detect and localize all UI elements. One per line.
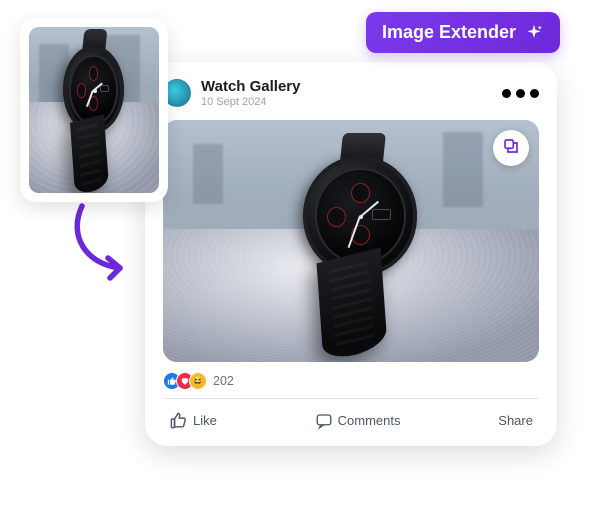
like-button[interactable]: Like: [163, 407, 223, 434]
profile-name: Watch Gallery: [201, 78, 300, 95]
thumbs-up-icon: [169, 411, 188, 430]
reaction-icons: 😆: [163, 372, 207, 390]
thumbnail-image: [29, 27, 159, 193]
post-header: Watch Gallery 10 Sept 2024: [163, 78, 539, 108]
original-image-thumbnail: [20, 18, 168, 202]
extend-icon: [502, 137, 520, 160]
comments-label: Comments: [338, 413, 401, 428]
extend-tool-button[interactable]: [493, 130, 529, 166]
comments-button[interactable]: Comments: [309, 408, 407, 434]
comment-icon: [315, 412, 333, 430]
sparkle-icon: [524, 23, 544, 43]
image-extender-badge[interactable]: Image Extender: [366, 12, 560, 53]
social-post-card: Watch Gallery 10 Sept 2024: [145, 62, 557, 446]
post-extended-image: [163, 120, 539, 362]
share-button[interactable]: Share: [492, 409, 539, 432]
laugh-reaction-icon: 😆: [189, 372, 207, 390]
badge-label: Image Extender: [382, 22, 516, 43]
reaction-count: 202: [213, 374, 234, 388]
profile-section[interactable]: Watch Gallery 10 Sept 2024: [163, 78, 300, 108]
connector-arrow: [62, 200, 152, 290]
like-label: Like: [193, 413, 217, 428]
post-actions-bar: Like Comments Share: [163, 398, 539, 434]
post-date: 10 Sept 2024: [201, 96, 300, 108]
share-label: Share: [498, 413, 533, 428]
post-menu-button[interactable]: [502, 89, 539, 98]
reactions-row[interactable]: 😆 202: [163, 372, 539, 390]
